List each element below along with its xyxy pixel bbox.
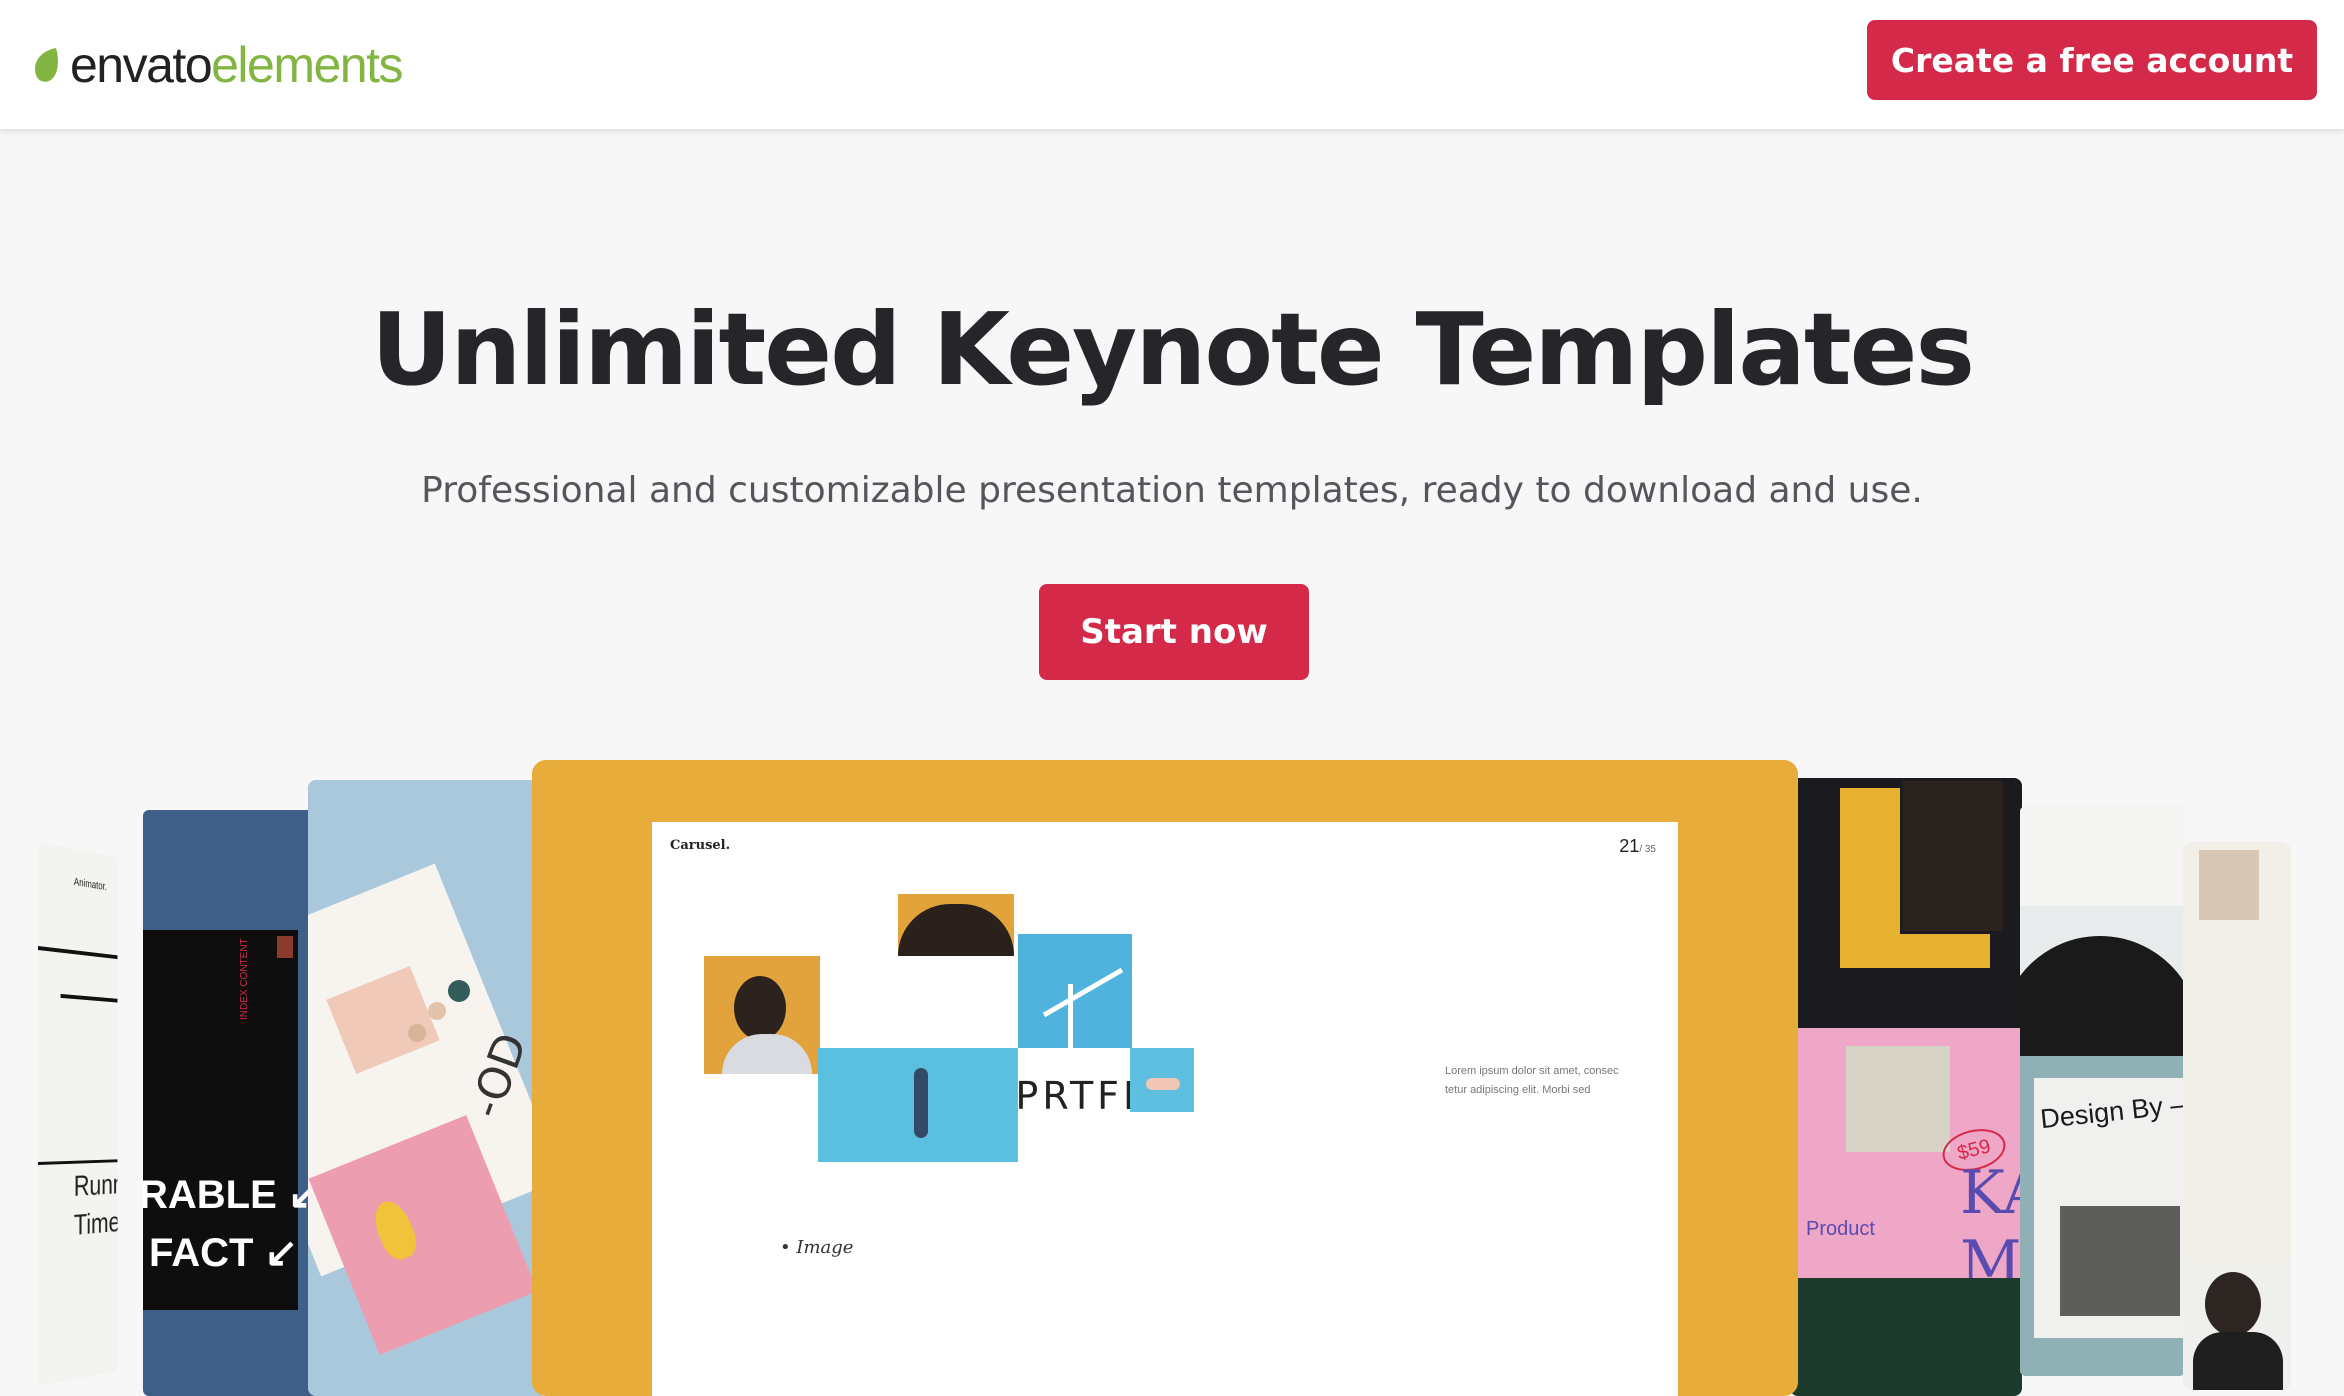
card-dot: [408, 1024, 426, 1042]
portrait-shirt: [722, 1034, 812, 1074]
card-photo-bottom: [2183, 1262, 2291, 1390]
slide-photo-portrait: [704, 956, 820, 1074]
slide-page-number: 21/ 35: [1619, 836, 1656, 857]
slide-page-current: 21: [1619, 836, 1640, 856]
card-building-photo: [2060, 1206, 2180, 1316]
slide-brand: Carusel.: [670, 838, 731, 853]
card-photo-small: [2199, 850, 2259, 920]
slide-photo-foot: [1130, 1048, 1194, 1112]
card-text-line2: FACT ↙: [149, 1231, 299, 1275]
slide-page-total: / 35: [1639, 844, 1656, 855]
template-preview-card-pink[interactable]: $59 Product KA MI: [1790, 778, 2022, 1396]
hair-shape: [898, 904, 1014, 956]
envato-elements-logo[interactable]: envato elements: [30, 30, 404, 100]
top-navigation-bar: envato elements Create a free account: [0, 0, 2344, 129]
card-text-time: Time: [73, 1206, 118, 1242]
page-title: Unlimited Keynote Templates: [371, 291, 1975, 408]
slide-image-label: • Image: [780, 1237, 854, 1258]
card-vertical-label: INDEX CONTENT: [239, 938, 250, 1020]
turbine-blade: [1042, 967, 1124, 1018]
slide-preview: Carusel. 21/ 35 //PRTFL Lorem ipsum dolo…: [652, 822, 1678, 1396]
card-text-area: [2020, 806, 2185, 906]
card-photo: [1900, 778, 2006, 934]
card-photo-seated: [1846, 1046, 1950, 1152]
portrait-head: [734, 976, 786, 1040]
card-text-animator: Animator.: [73, 876, 107, 894]
logo-text-elements: elements: [211, 37, 403, 93]
template-preview-card-main[interactable]: Carusel. 21/ 35 //PRTFL Lorem ipsum dolo…: [532, 760, 1798, 1396]
card-text-line1: RABLE ↙: [143, 1173, 322, 1217]
card-rule: [38, 1159, 118, 1165]
start-now-button[interactable]: Start now: [1039, 584, 1309, 680]
card-text-runn: Runn: [73, 1168, 118, 1203]
page-subtitle: Professional and customizable presentati…: [421, 470, 1923, 511]
template-preview-card-far-right[interactable]: [2183, 842, 2291, 1390]
card-rule: [38, 946, 118, 960]
leaf-icon: [34, 48, 58, 82]
card-dot: [428, 1002, 446, 1020]
template-preview-card-mid-left[interactable]: -OD: [308, 780, 548, 1396]
slide-photo-boat: [818, 1048, 1018, 1162]
boat-shape: [914, 1068, 928, 1138]
card-dot: [448, 980, 470, 1002]
template-preview-card-arch[interactable]: Design By —: [2020, 806, 2185, 1376]
portrait-shirt: [2193, 1332, 2283, 1390]
card-rule: [60, 993, 118, 1003]
portrait-head: [2205, 1272, 2261, 1336]
create-free-account-button[interactable]: Create a free account: [1867, 20, 2317, 100]
card-product-label: Product: [1806, 1218, 1875, 1240]
slide-photo-top: [898, 894, 1014, 956]
card-big-text: KA: [1960, 1158, 2022, 1228]
logo-text-envato: envato: [70, 37, 213, 93]
slide-photo-turbine: [1018, 934, 1132, 1048]
card-green-footer: [1790, 1278, 2022, 1396]
card-badge: [277, 936, 293, 958]
turbine-pole: [1068, 984, 1073, 1048]
template-preview-card-blue[interactable]: INDEX CONTENT RABLE ↙ FACT ↙: [143, 810, 323, 1396]
slide-lorem-text: Lorem ipsum dolor sit amet, consec tetur…: [1445, 1065, 1619, 1096]
foot-shape: [1146, 1078, 1180, 1090]
template-preview-card-far-left[interactable]: Animator. Runn Time: [38, 842, 118, 1386]
